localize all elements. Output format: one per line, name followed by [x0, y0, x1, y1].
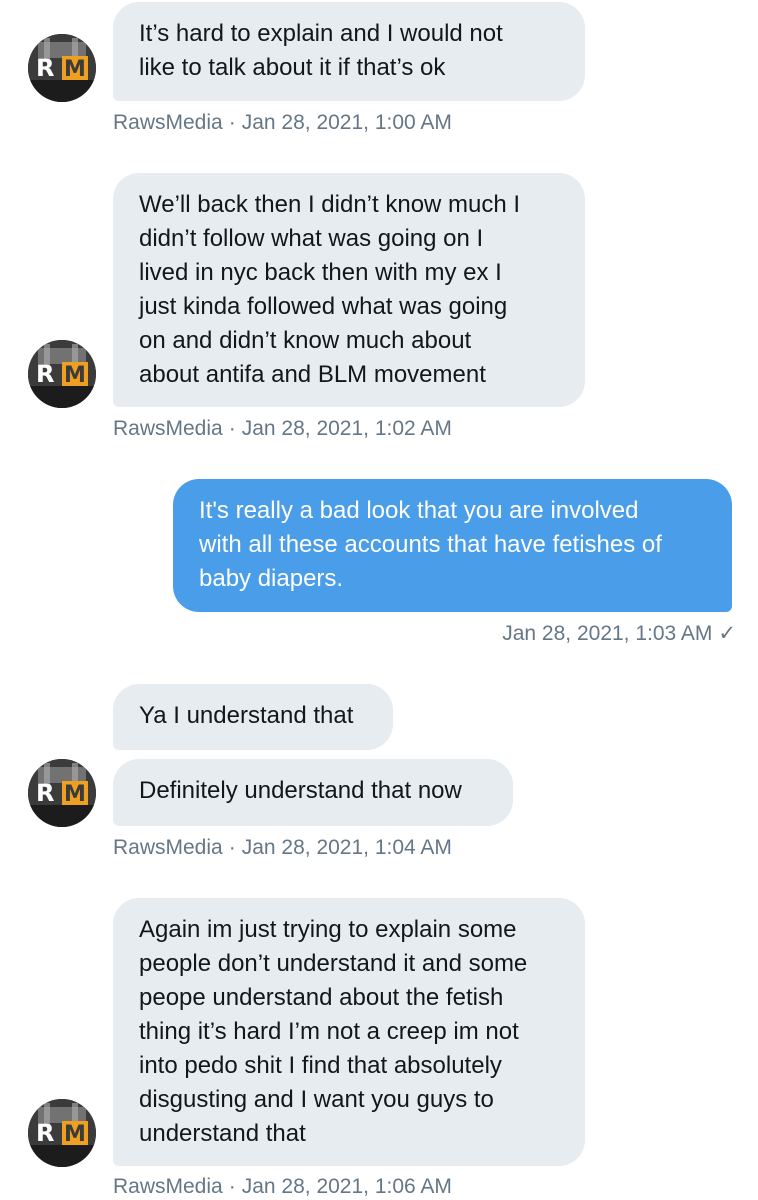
- meta-separator: ·: [228, 1175, 236, 1198]
- sender-name[interactable]: RawsMedia: [113, 1175, 223, 1198]
- timestamp: Jan 28, 2021, 1:02 AM: [241, 417, 452, 440]
- svg-text:R: R: [36, 360, 54, 388]
- timestamp: Jan 28, 2021, 1:06 AM: [241, 1175, 452, 1198]
- avatar[interactable]: R M: [28, 340, 96, 408]
- message-bubble-incoming[interactable]: We’ll back then I didn’t know much I did…: [113, 173, 585, 407]
- svg-text:M: M: [64, 57, 86, 82]
- svg-text:R: R: [36, 779, 54, 807]
- message-bubble-incoming[interactable]: Definitely understand that now: [113, 759, 513, 826]
- avatar[interactable]: R M: [28, 759, 96, 827]
- avatar[interactable]: R M: [28, 1099, 96, 1167]
- sender-name[interactable]: RawsMedia: [113, 836, 223, 859]
- message-bubble-incoming[interactable]: It’s hard to explain and I would not lik…: [113, 2, 585, 101]
- dm-thread: R M It’s hard to explain and I would not…: [0, 0, 758, 1200]
- message-bubble-incoming[interactable]: Again im just trying to explain some peo…: [113, 898, 585, 1166]
- rawsmedia-logo-icon: R M: [28, 759, 96, 827]
- sender-name[interactable]: RawsMedia: [113, 111, 223, 134]
- message-meta: RawsMedia · Jan 28, 2021, 1:04 AM: [113, 835, 452, 861]
- meta-separator: ·: [228, 836, 236, 859]
- svg-text:R: R: [36, 54, 54, 82]
- message-bubble-outgoing[interactable]: It's really a bad look that you are invo…: [173, 479, 732, 612]
- message-meta: RawsMedia · Jan 28, 2021, 1:02 AM: [113, 416, 452, 442]
- meta-separator: ·: [228, 417, 236, 440]
- rawsmedia-logo-icon: R M: [28, 1099, 96, 1167]
- avatar[interactable]: R M: [28, 34, 96, 102]
- meta-separator: ·: [228, 111, 236, 134]
- sent-checkmark-icon: ✓: [718, 622, 736, 645]
- rawsmedia-logo-icon: R M: [28, 34, 96, 102]
- timestamp: Jan 28, 2021, 1:00 AM: [241, 111, 452, 134]
- svg-text:R: R: [36, 1119, 54, 1147]
- rawsmedia-logo-icon: R M: [28, 340, 96, 408]
- svg-text:M: M: [64, 1122, 86, 1147]
- timestamp: Jan 28, 2021, 1:03 AM: [502, 622, 713, 645]
- sender-name[interactable]: RawsMedia: [113, 417, 223, 440]
- timestamp: Jan 28, 2021, 1:04 AM: [241, 836, 452, 859]
- svg-text:M: M: [64, 782, 86, 807]
- svg-text:M: M: [64, 363, 86, 388]
- message-meta: RawsMedia · Jan 28, 2021, 1:00 AM: [113, 110, 452, 136]
- message-bubble-incoming[interactable]: Ya I understand that: [113, 684, 393, 750]
- message-meta: RawsMedia · Jan 28, 2021, 1:06 AM: [113, 1174, 452, 1200]
- message-meta: Jan 28, 2021, 1:03 AM ✓: [502, 621, 736, 647]
